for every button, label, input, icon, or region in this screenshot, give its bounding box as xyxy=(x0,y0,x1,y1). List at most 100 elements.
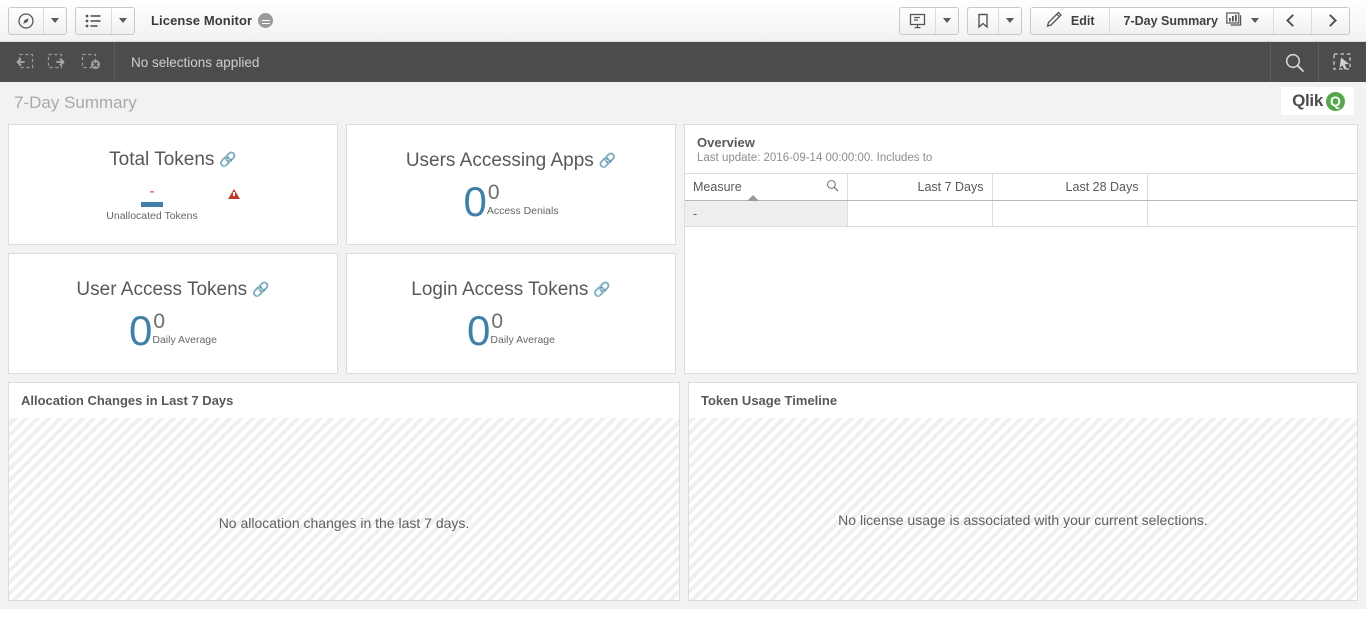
selection-bar-tools xyxy=(1270,42,1366,82)
kpi-subtitle: Daily Average xyxy=(152,333,217,346)
previous-sheet-button[interactable] xyxy=(1273,7,1311,34)
link-icon[interactable]: 🔗 xyxy=(219,151,236,168)
kpi-total-tokens[interactable]: Total Tokens 🔗 - Unallocated Tokens xyxy=(8,124,339,245)
next-sheet-button[interactable] xyxy=(1311,7,1349,34)
edit-button[interactable]: Edit xyxy=(1031,8,1109,34)
overview-title: Overview xyxy=(697,135,755,150)
step-forward-icon[interactable] xyxy=(40,48,74,76)
kpi-title: Login Access Tokens 🔗 xyxy=(411,279,611,301)
column-header-last-28-days[interactable]: Last 28 Days xyxy=(992,173,1148,201)
app-title: License Monitor xyxy=(151,13,274,28)
storytelling-dropdown-toggle[interactable] xyxy=(934,7,958,34)
storytelling-icon[interactable] xyxy=(900,8,935,34)
kpi-values: 0 0 Daily Average xyxy=(129,306,217,354)
kpi-subtitle: Access Denials xyxy=(486,204,559,217)
qlik-logo-mark: Q xyxy=(1326,91,1345,111)
navigation-menu-group[interactable] xyxy=(8,6,67,35)
app-title-text: License Monitor xyxy=(151,13,253,28)
kpi-user-access-tokens[interactable]: User Access Tokens 🔗 0 0 Daily Average xyxy=(8,253,339,374)
kpi-subtitle: Unallocated Tokens xyxy=(106,210,198,223)
list-icon[interactable] xyxy=(76,8,111,34)
column-header-measure[interactable]: Measure xyxy=(685,173,848,201)
pencil-icon xyxy=(1045,11,1063,31)
kpi-title-label: Total Tokens xyxy=(109,148,215,170)
sheet-header: 7-Day Summary Qlik Q xyxy=(0,82,1366,124)
cell-measure[interactable]: - xyxy=(685,200,848,227)
compass-icon[interactable] xyxy=(9,8,43,34)
kpi-title: User Access Tokens 🔗 xyxy=(76,279,269,301)
storytelling-group[interactable] xyxy=(898,6,959,35)
page-title: 7-Day Summary xyxy=(14,93,137,112)
table-header-row: Measure Last 7 Days Last 28 Days xyxy=(685,173,1357,201)
allocation-changes-object[interactable]: Allocation Changes in Last 7 Days No all… xyxy=(8,382,680,601)
token-usage-timeline-object[interactable]: Token Usage Timeline No license usage is… xyxy=(688,382,1358,601)
kpi-values: 0 0 Access Denials xyxy=(463,180,559,222)
warning-triangle-icon xyxy=(227,188,240,199)
column-header-last-7-days[interactable]: Last 7 Days xyxy=(847,173,993,201)
allocation-changes-body: No allocation changes in the last 7 days… xyxy=(9,418,679,600)
kpi-primary-value-block: - Unallocated Tokens xyxy=(106,182,198,223)
overview-table-object[interactable]: Overview Last update: 2016-09-14 00:00:0… xyxy=(684,124,1358,374)
link-icon[interactable]: 🔗 xyxy=(593,281,610,298)
clear-selections-icon[interactable] xyxy=(74,48,108,76)
bottom-row: Allocation Changes in Last 7 Days No all… xyxy=(8,382,1358,601)
allocation-changes-empty-message: No allocation changes in the last 7 days… xyxy=(218,515,470,531)
chevron-down-icon xyxy=(119,18,127,23)
kpi-values: 0 0 Daily Average xyxy=(467,306,555,354)
top-row: Total Tokens 🔗 - Unallocated Tokens User… xyxy=(8,124,1358,374)
kpi-secondary-value: - xyxy=(149,182,155,200)
column-header-label: Last 28 Days xyxy=(1065,180,1139,194)
column-header-label: Measure xyxy=(693,180,742,194)
link-icon[interactable]: 🔗 xyxy=(599,152,616,169)
navigation-dropdown-toggle[interactable] xyxy=(43,7,66,34)
step-back-icon[interactable] xyxy=(6,48,40,76)
sort-ascending-icon xyxy=(747,195,760,201)
kpi-title: Total Tokens 🔗 xyxy=(109,149,237,171)
cell-extra[interactable] xyxy=(1147,200,1357,227)
token-usage-timeline-empty-message: No license usage is associated with your… xyxy=(838,512,1208,528)
sheets-menu-group[interactable] xyxy=(75,6,135,35)
kpi-subtitle: Daily Average xyxy=(490,333,555,346)
bookmark-icon[interactable] xyxy=(968,8,998,34)
bookmarks-dropdown-toggle[interactable] xyxy=(997,7,1021,34)
kpi-column: Total Tokens 🔗 - Unallocated Tokens User… xyxy=(8,124,677,374)
kpi-secondary-value: 0 xyxy=(487,180,500,204)
search-icon[interactable] xyxy=(826,179,839,195)
edit-label: Edit xyxy=(1070,13,1095,28)
link-icon[interactable]: 🔗 xyxy=(252,281,269,298)
kpi-values: - Unallocated Tokens xyxy=(106,182,240,223)
sheet-selector[interactable]: 7-Day Summary xyxy=(1108,7,1274,34)
kpi-main-value: 0 xyxy=(467,306,491,354)
top-toolbar: License Monitor Edit 7-Day Summary xyxy=(0,0,1366,42)
qlik-logo-text: Qlik xyxy=(1292,91,1323,110)
table-row[interactable]: - xyxy=(685,200,1357,227)
column-header-label: Last 7 Days xyxy=(917,180,984,194)
kpi-warning-block xyxy=(227,187,240,199)
kpi-main-value-dash xyxy=(141,202,163,208)
kpi-row-1: Total Tokens 🔗 - Unallocated Tokens User… xyxy=(8,124,677,245)
app-info-icon[interactable] xyxy=(258,13,274,28)
selection-history-controls xyxy=(0,42,115,82)
bookmarks-group[interactable] xyxy=(966,6,1022,35)
kpi-row-2: User Access Tokens 🔗 0 0 Daily Average L… xyxy=(8,253,677,374)
column-header-extra[interactable] xyxy=(1147,173,1357,201)
chevron-right-icon xyxy=(1324,14,1337,27)
sheet-name-label: 7-Day Summary xyxy=(1123,13,1219,28)
kpi-login-access-tokens[interactable]: Login Access Tokens 🔗 0 0 Daily Average xyxy=(346,253,677,374)
search-icon[interactable] xyxy=(1270,42,1318,82)
kpi-secondary-block: 0 Access Denials xyxy=(487,182,559,217)
kpi-secondary-value: 0 xyxy=(491,309,504,333)
kpi-users-accessing-apps[interactable]: Users Accessing Apps 🔗 0 0 Access Denial… xyxy=(346,124,677,245)
qlik-logo: Qlik Q xyxy=(1281,87,1354,115)
selections-tool-icon[interactable] xyxy=(1318,42,1366,82)
chevron-down-icon xyxy=(1251,18,1259,23)
kpi-main-value: 0 xyxy=(129,306,153,354)
cell-last-7-days[interactable] xyxy=(847,200,993,227)
sheets-dropdown-toggle[interactable] xyxy=(111,7,134,34)
kpi-title-label: Login Access Tokens xyxy=(411,278,589,300)
kpi-title-label: Users Accessing Apps xyxy=(405,149,594,171)
chevron-down-icon xyxy=(1005,18,1014,23)
sheet-controls-group[interactable]: Edit 7-Day Summary xyxy=(1029,6,1350,35)
cell-last-28-days[interactable] xyxy=(992,200,1148,227)
toolbar-right-group: Edit 7-Day Summary xyxy=(898,6,1358,35)
